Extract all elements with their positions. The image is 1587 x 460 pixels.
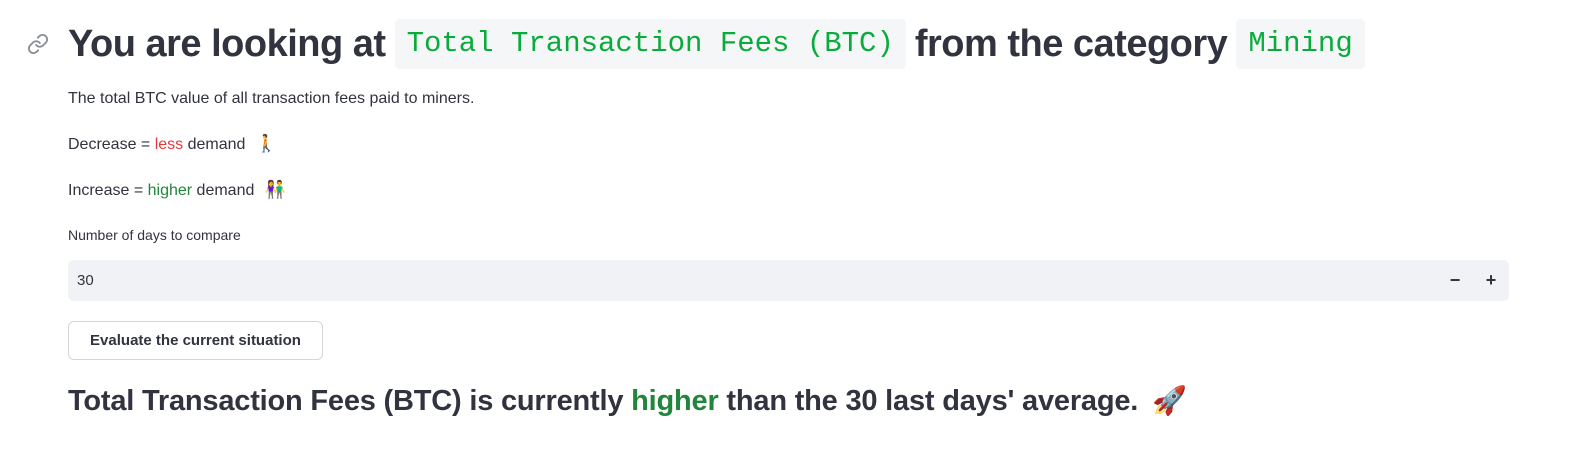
days-input-field[interactable]: [68, 260, 1437, 301]
result-trend: higher: [631, 385, 719, 417]
title-middle: from the category: [914, 22, 1228, 65]
link-icon[interactable]: [27, 33, 49, 55]
page-title: You are looking at Total Transaction Fee…: [68, 18, 1374, 70]
increase-line: Increase = higher demand 👫: [68, 179, 286, 202]
decrease-prefix: Decrease =: [68, 136, 151, 153]
increase-keyword: higher: [147, 182, 193, 199]
result-tail: than the 30 last days' average.: [726, 385, 1139, 417]
days-input-label: Number of days to compare: [68, 227, 241, 243]
days-number-input: − +: [68, 260, 1509, 301]
increase-suffix: demand: [196, 182, 255, 199]
page: You are looking at Total Transaction Fee…: [0, 0, 1587, 460]
couple-icon: 👫: [264, 180, 286, 199]
walking-person-icon: 🚶: [255, 134, 278, 153]
result-subject: Total Transaction Fees (BTC) is currentl…: [68, 385, 624, 417]
rocket-icon: 🚀: [1152, 385, 1187, 416]
decrease-keyword: less: [154, 136, 184, 153]
metric-name-code: Total Transaction Fees (BTC): [394, 19, 906, 69]
metric-description: The total BTC value of all transaction f…: [68, 90, 475, 107]
result-heading: Total Transaction Fees (BTC) is currentl…: [68, 384, 1187, 418]
category-code: Mining: [1236, 19, 1365, 69]
increase-prefix: Increase =: [68, 182, 144, 199]
decrement-button[interactable]: −: [1437, 260, 1473, 301]
evaluate-button[interactable]: Evaluate the current situation: [68, 321, 323, 360]
decrease-suffix: demand: [187, 136, 246, 153]
title-prefix: You are looking at: [68, 22, 386, 65]
increment-button[interactable]: +: [1473, 260, 1509, 301]
decrease-line: Decrease = less demand 🚶: [68, 133, 277, 156]
